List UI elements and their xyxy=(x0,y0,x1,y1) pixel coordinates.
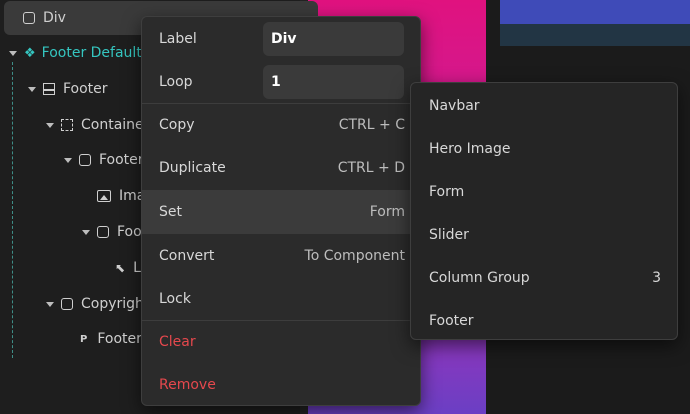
set-value: Form xyxy=(369,204,405,220)
lock-label: Lock xyxy=(159,291,191,307)
column-count: 3 xyxy=(652,269,661,286)
copy-label: Copy xyxy=(159,117,195,133)
submenu-item-label: Form xyxy=(429,183,465,200)
submenu-item-label: Hero Image xyxy=(429,140,511,157)
set-menu-item[interactable]: Set Form xyxy=(142,190,422,234)
submenu-item-slider[interactable]: Slider xyxy=(411,213,677,256)
tree-item-label: Footer xyxy=(63,81,108,97)
label-input[interactable] xyxy=(263,22,404,56)
checkbox-icon xyxy=(97,226,109,238)
copy-menu-item[interactable]: Copy CTRL + C xyxy=(142,104,422,146)
duplicate-menu-item[interactable]: Duplicate CTRL + D xyxy=(142,147,422,189)
remove-menu-item[interactable]: Remove xyxy=(142,364,422,406)
duplicate-shortcut: CTRL + D xyxy=(337,160,405,176)
submenu-item-hero-image[interactable]: Hero Image xyxy=(411,127,677,170)
component-icon: ❖ xyxy=(24,45,36,61)
submenu-item-label: Slider xyxy=(429,226,469,243)
tree-item-label: Div xyxy=(43,10,66,26)
tree-item-label: Footer xyxy=(99,152,144,168)
image-icon xyxy=(97,190,111,202)
tree-item-label: Footer Default xyxy=(41,45,142,61)
duplicate-label: Duplicate xyxy=(159,160,226,176)
submenu-item-label: Navbar xyxy=(429,97,480,114)
checkbox-icon xyxy=(61,298,73,310)
submenu-item-navbar[interactable]: Navbar xyxy=(411,84,677,127)
checkbox-icon xyxy=(79,154,91,166)
label-caption: Label xyxy=(159,31,197,47)
set-submenu: Navbar Hero Image Form Slider Column Gro… xyxy=(410,82,678,340)
copy-shortcut: CTRL + C xyxy=(338,117,405,133)
submenu-item-footer[interactable]: Footer xyxy=(411,299,677,342)
submenu-item-label: Column Group xyxy=(429,269,530,286)
convert-label: Convert xyxy=(159,248,215,264)
paragraph-icon: P xyxy=(80,333,88,345)
tree-item-label: Container xyxy=(81,117,150,133)
loop-caption: Loop xyxy=(159,74,193,90)
submenu-item-form[interactable]: Form xyxy=(411,170,677,213)
canvas-teal-bar xyxy=(500,24,690,46)
container-icon xyxy=(61,119,73,131)
footer-section-icon xyxy=(43,83,55,95)
caret-down-icon[interactable] xyxy=(9,50,17,56)
tree-item-label: Copyright xyxy=(81,296,150,312)
caret-down-icon[interactable] xyxy=(46,301,54,307)
convert-menu-item[interactable]: Convert To Component xyxy=(142,235,422,277)
canvas-blue-bar xyxy=(500,0,690,24)
convert-value: To Component xyxy=(304,248,405,264)
submenu-item-label: Footer xyxy=(429,312,474,329)
cursor-icon: ⬉ xyxy=(115,261,126,275)
tree-item-label: Footer xyxy=(97,331,142,347)
clear-label: Clear xyxy=(159,334,196,350)
caret-down-icon[interactable] xyxy=(82,229,90,235)
remove-label: Remove xyxy=(159,377,216,393)
clear-menu-item[interactable]: Clear xyxy=(142,321,422,363)
caret-down-icon[interactable] xyxy=(64,157,72,163)
lock-menu-item[interactable]: Lock xyxy=(142,278,422,320)
checkbox-icon xyxy=(23,12,35,24)
set-label: Set xyxy=(159,204,182,220)
caret-down-icon[interactable] xyxy=(28,86,36,92)
submenu-item-column-group[interactable]: Column Group 3 xyxy=(411,256,677,299)
context-menu: Label Loop Copy CTRL + C Duplicate CTRL … xyxy=(141,16,422,406)
caret-down-icon[interactable] xyxy=(46,122,54,128)
loop-input[interactable] xyxy=(263,65,404,99)
